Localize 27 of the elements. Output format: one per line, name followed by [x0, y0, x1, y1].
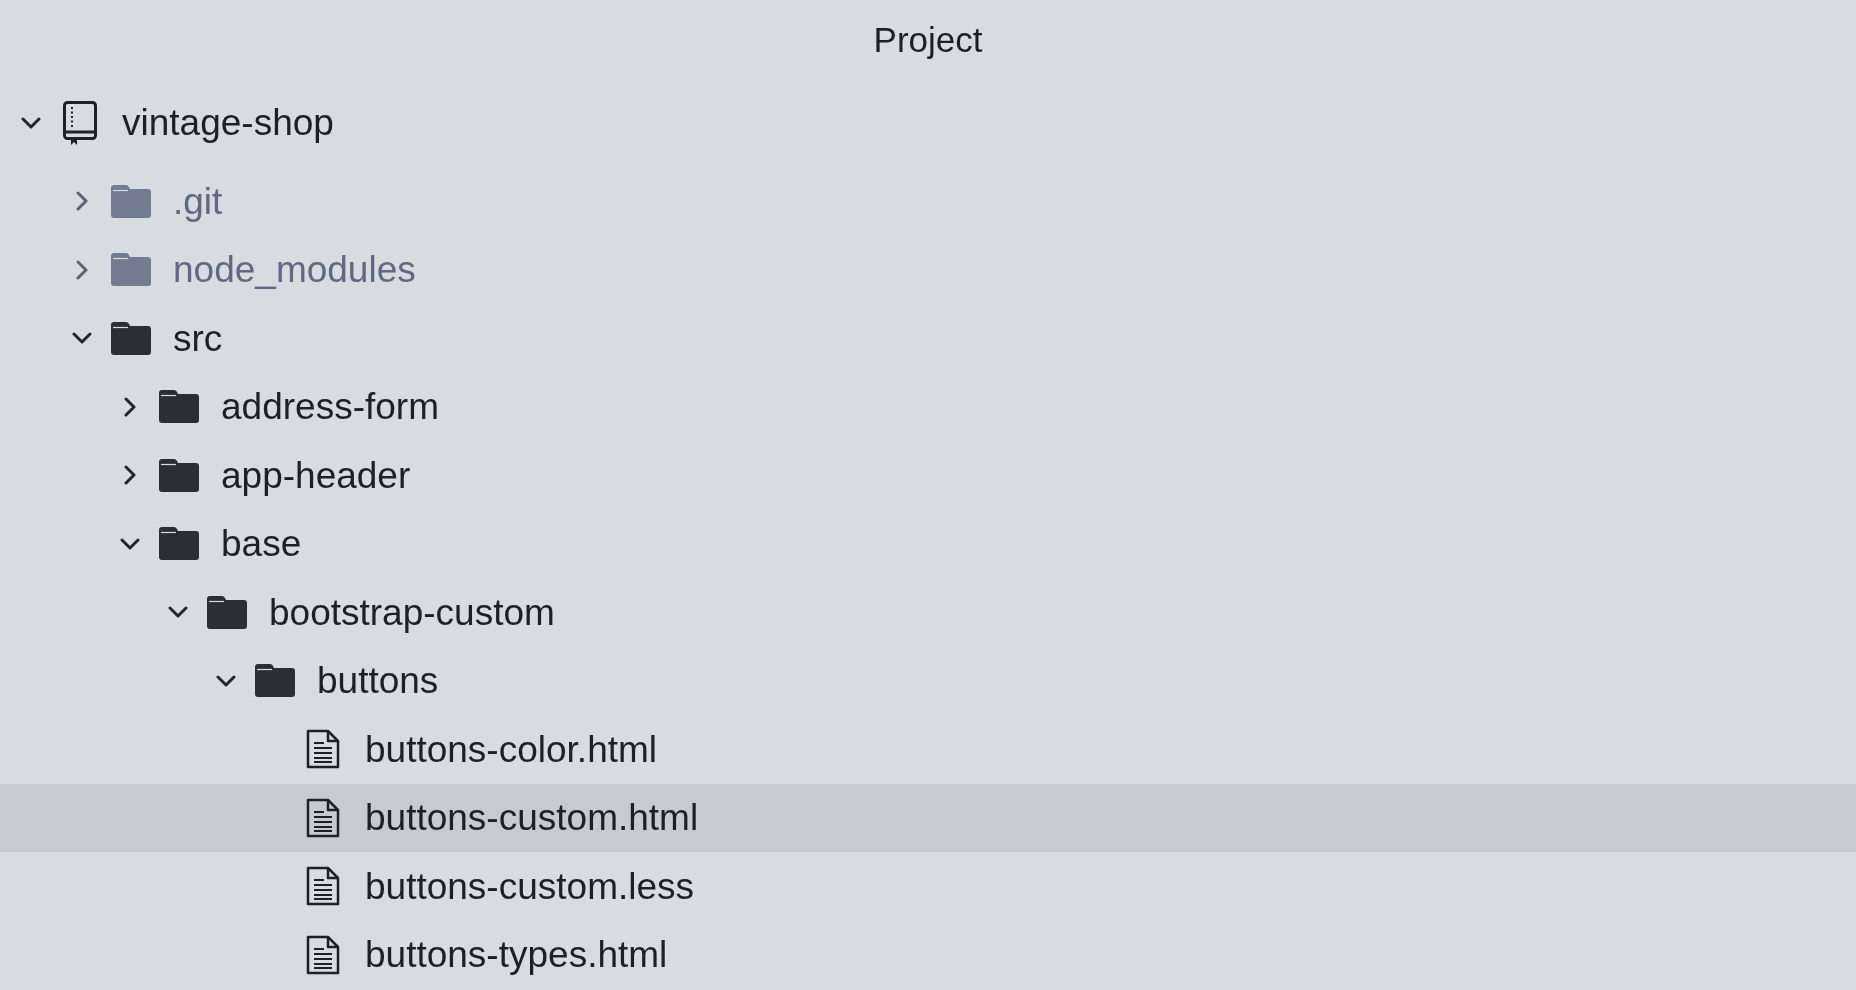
folder-name[interactable]: bootstrap-custom [269, 593, 555, 631]
chevron-right-icon[interactable] [124, 396, 136, 417]
chevron-right-icon[interactable] [124, 465, 136, 486]
selected-row[interactable]: buttons-custom.html [0, 783, 1856, 852]
chevron-down-icon[interactable] [21, 116, 41, 129]
chevron-down-icon[interactable] [120, 537, 140, 550]
folder-name[interactable]: base [221, 525, 302, 563]
folder-name[interactable]: node_modules [173, 251, 416, 289]
chevron-down-icon[interactable] [216, 674, 236, 687]
file-name[interactable]: buttons-types.html [365, 936, 668, 974]
file-name[interactable]: buttons-color.html [365, 730, 658, 768]
folder-name[interactable]: .git [173, 182, 223, 220]
document-icon [306, 866, 340, 907]
document-icon [306, 729, 340, 770]
chevron-down-icon[interactable] [72, 332, 92, 345]
chevron-down-icon[interactable] [168, 606, 188, 619]
file-name[interactable]: buttons-custom.less [365, 867, 695, 905]
folder-name[interactable]: src [173, 319, 223, 357]
panel-title: Project [873, 21, 983, 57]
project-name[interactable]: vintage-shop [122, 104, 334, 141]
folder-name[interactable]: address-form [221, 388, 439, 426]
document-icon [306, 934, 340, 975]
folder-name[interactable]: app-header [221, 456, 411, 494]
folder-name[interactable]: buttons [317, 662, 439, 700]
file-name[interactable]: buttons-custom.html [365, 799, 699, 837]
document-icon [306, 797, 340, 838]
book-icon [63, 100, 97, 145]
